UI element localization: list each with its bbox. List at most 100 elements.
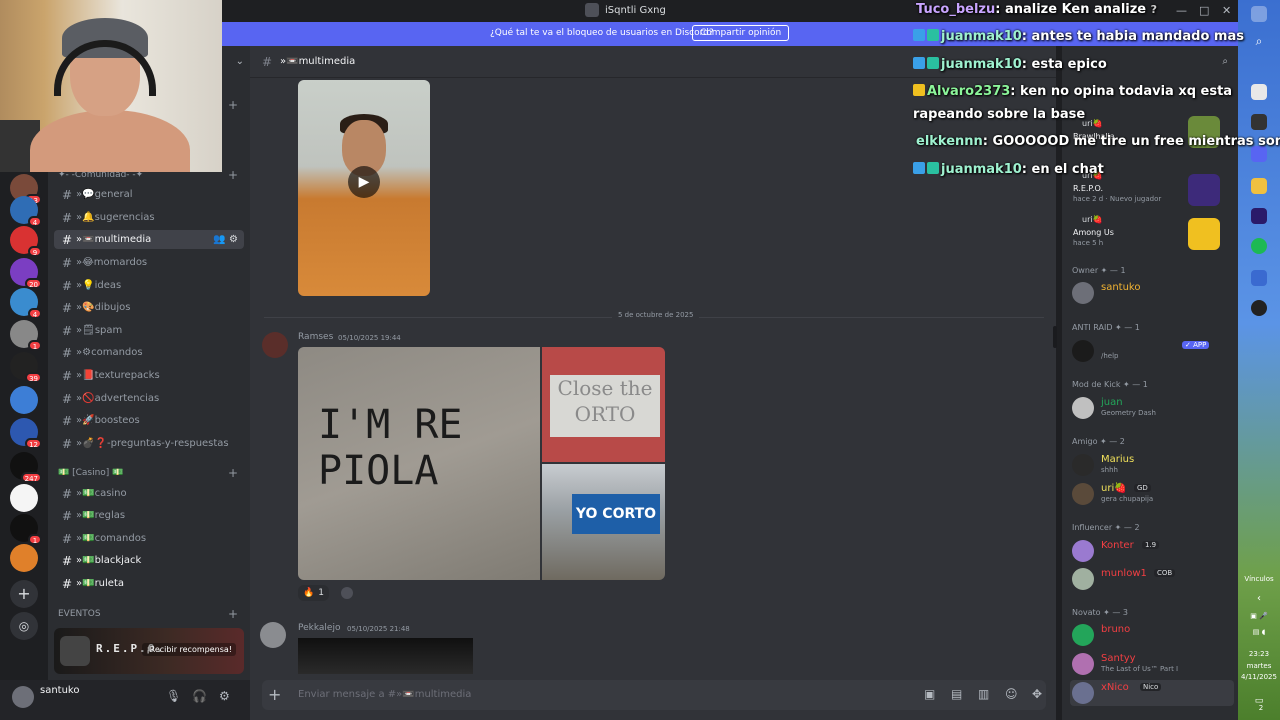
attach-plus-icon[interactable]: +	[268, 685, 281, 704]
member-item[interactable]: Konter 1.9	[1070, 538, 1234, 564]
category-casino[interactable]: 💵 [Casino] 💵	[58, 468, 123, 478]
activity-card[interactable]: uri🍓 Among Us hace 5 h	[1070, 214, 1230, 254]
server-icon[interactable]: 4	[10, 196, 42, 227]
server-icon[interactable]: 1	[10, 514, 42, 545]
chevron-up-icon[interactable]: ‹	[1238, 593, 1280, 604]
reaction-fire[interactable]: 🔥 1	[298, 585, 329, 601]
server-icon[interactable]: 4	[10, 288, 42, 319]
member-item[interactable]: bruno	[1070, 622, 1234, 648]
member-item[interactable]: Marius shhh	[1070, 452, 1234, 478]
add-channel-icon[interactable]: +	[228, 168, 238, 182]
message-author[interactable]: Pekkalejo	[298, 623, 340, 633]
server-icon[interactable]: 20	[10, 258, 42, 289]
close-button[interactable]: ✕	[1222, 4, 1231, 17]
server-icon[interactable]: 9	[10, 226, 42, 257]
emoji-icon[interactable]: ☺	[1005, 687, 1018, 701]
channel-item[interactable]: # »🗒spam	[54, 321, 244, 340]
composer-placeholder[interactable]: Enviar mensaje a #»📼multimedia	[298, 689, 471, 700]
member-item[interactable]: juan Geometry Dash	[1070, 395, 1234, 421]
game-promo-banner[interactable]: R.E.P.O. ¡Recibir recompensa!	[54, 628, 244, 674]
channel-item[interactable]: # »🚫advertencias	[54, 389, 244, 408]
network-icon[interactable]: ▣ 🎤	[1238, 612, 1280, 620]
channel-item-unread[interactable]: # »💵blackjack	[54, 551, 244, 570]
server-icon[interactable]: 39	[10, 352, 42, 383]
channel-item[interactable]: # »💡ideas	[54, 276, 244, 295]
app-icon[interactable]	[1251, 270, 1267, 286]
video-attachment[interactable]: ▶	[298, 80, 430, 296]
server-icon[interactable]: 247	[10, 452, 42, 483]
gear-icon[interactable]: ⚙	[219, 689, 230, 703]
claim-reward-button[interactable]: ¡Recibir recompensa!	[142, 643, 236, 656]
add-reaction-icon[interactable]	[341, 587, 353, 599]
avatar	[1072, 454, 1094, 476]
member-item[interactable]: Santyy The Last of Us™ Part I	[1070, 651, 1234, 677]
scrollbar-thumb[interactable]	[1053, 326, 1057, 348]
share-opinion-button[interactable]: Compartir opinión	[692, 25, 790, 41]
discover-icon[interactable]: ◎	[10, 612, 38, 640]
channel-item[interactable]: # »💵reglas	[54, 506, 244, 525]
message-author[interactable]: Ramses	[298, 332, 333, 342]
channel-item[interactable]: # »💬general	[54, 185, 244, 204]
headphones-icon[interactable]: 🎧	[192, 689, 207, 703]
channel-item[interactable]: # »📕texturepacks	[54, 366, 244, 385]
channel-item[interactable]: # »⚙comandos	[54, 343, 244, 362]
add-channel-icon[interactable]: +	[228, 98, 238, 112]
channel-item[interactable]: # »😂momardos	[54, 253, 244, 272]
category-events[interactable]: EVENTOS	[58, 609, 101, 619]
chevron-down-icon[interactable]: ⌄	[236, 56, 244, 67]
premiere-icon[interactable]	[1251, 208, 1267, 224]
channel-item[interactable]: # »🔔sugerencias	[54, 208, 244, 227]
message-composer[interactable]: + Enviar mensaje a #»📼multimedia ▣ ▤ ▥ ☺…	[262, 680, 1046, 710]
channel-item[interactable]: # »💵comandos	[54, 529, 244, 548]
image-attachment[interactable]: YO CORTO	[542, 464, 665, 580]
member-item[interactable]: santuko	[1070, 280, 1234, 306]
channel-item-unread[interactable]: # »💵ruleta	[54, 574, 244, 593]
chrome-icon[interactable]	[1251, 84, 1267, 100]
chat-user: juanmak10	[941, 57, 1022, 72]
channel-item[interactable]: # »🎨dibujos	[54, 298, 244, 317]
gift-icon[interactable]: ▣	[924, 687, 935, 701]
member-item[interactable]: uri🍓 gera chupapija GD	[1070, 481, 1234, 507]
add-server-icon[interactable]: +	[10, 580, 38, 608]
image-attachment[interactable]: Close the ORTO	[542, 347, 665, 462]
search-icon[interactable]: ⌕	[1238, 34, 1280, 49]
member-item[interactable]: munlow1 COB	[1070, 566, 1234, 592]
add-event-icon[interactable]: +	[228, 607, 238, 621]
microphone-icon[interactable]: 🎙	[166, 689, 181, 703]
channel-label: »💬general	[76, 189, 133, 200]
play-icon[interactable]: ▶	[348, 166, 380, 198]
webcam-overlay	[0, 0, 222, 172]
spotify-icon[interactable]	[1251, 238, 1267, 254]
avatar[interactable]	[262, 332, 288, 358]
server-icon[interactable]: 1	[10, 320, 42, 351]
folder-icon[interactable]	[1251, 178, 1267, 194]
apps-icon[interactable]: ✥	[1032, 687, 1042, 701]
app-icon[interactable]	[1251, 300, 1267, 316]
clock-time[interactable]: 23:23	[1238, 650, 1280, 658]
avatar[interactable]	[12, 686, 34, 708]
server-icon[interactable]	[10, 484, 38, 512]
channel-item[interactable]: # »💣❓-preguntas-y-respuestas	[54, 434, 244, 453]
channel-item-selected[interactable]: # »📼multimedia 👥 ⚙	[54, 230, 244, 249]
member-item[interactable]: /help ✓ APP	[1070, 338, 1234, 364]
server-icon[interactable]	[10, 544, 38, 572]
channel-item[interactable]: # »💵casino	[54, 484, 244, 503]
volume-icon[interactable]: ▤ ◖	[1238, 628, 1280, 636]
image-attachment[interactable]: I'M RE PIOLA	[298, 347, 540, 580]
obs-icon[interactable]	[1251, 114, 1267, 130]
windows-start-icon[interactable]	[1251, 6, 1267, 22]
search-icon[interactable]: ⌕	[1222, 56, 1228, 67]
minimize-button[interactable]: —	[1176, 4, 1187, 17]
image-attachment[interactable]	[298, 638, 473, 674]
sticker-icon[interactable]: ▥	[978, 687, 989, 701]
server-icon[interactable]	[10, 386, 38, 414]
gif-icon[interactable]: ▤	[951, 687, 962, 701]
server-icon[interactable]: 12	[10, 418, 42, 449]
links-label[interactable]: Vínculos	[1238, 575, 1280, 583]
add-channel-icon[interactable]: +	[228, 466, 238, 480]
member-item[interactable]: xNico Nico	[1070, 680, 1234, 706]
avatar[interactable]	[260, 622, 286, 648]
maximize-button[interactable]: □	[1199, 4, 1209, 17]
channel-settings-icon[interactable]: 👥 ⚙	[213, 234, 238, 245]
channel-item[interactable]: # »🚀boosteos	[54, 411, 244, 430]
